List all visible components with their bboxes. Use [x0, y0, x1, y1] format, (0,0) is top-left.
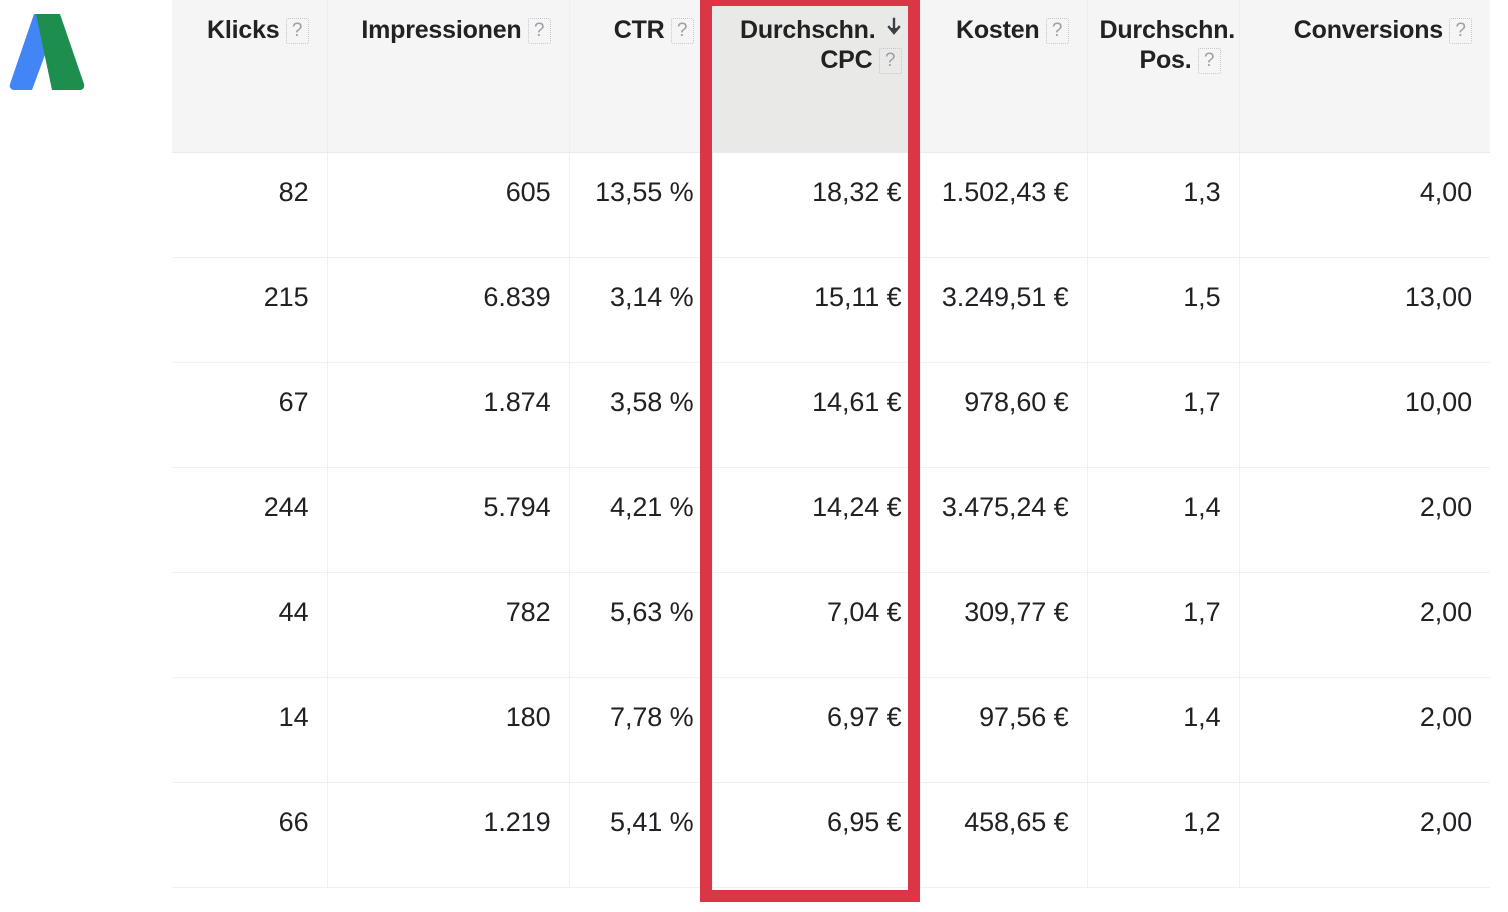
cell-conversions: 2,00: [1239, 467, 1490, 573]
cell-klicks: 244: [172, 467, 328, 573]
cell-impressionen: 180: [327, 677, 570, 783]
cell-ctr: 3,14 %: [569, 257, 713, 363]
column-header-label: Conversions: [1293, 16, 1443, 44]
column-header-durchschn-cpc[interactable]: Durchschn. CPC?: [712, 0, 921, 153]
column-header-label-line1: Durchschn.: [1099, 16, 1236, 44]
cell-impressionen: 1.874: [327, 362, 570, 468]
cell-kosten: 3.475,24 €: [920, 467, 1088, 573]
cell-kosten: 978,60 €: [920, 362, 1088, 468]
column-header-kosten[interactable]: Kosten?: [920, 0, 1088, 153]
help-icon[interactable]: ?: [878, 47, 902, 74]
cell-ctr: 5,63 %: [569, 572, 713, 678]
column-header-label-line2: CPC: [820, 45, 873, 74]
cell-durchschn-pos: 1,7: [1087, 362, 1240, 468]
metrics-table: Klicks? Impressionen? CTR? Durchschn. CP…: [172, 0, 1490, 888]
cell-durchschn-cpc: 15,11 €: [712, 257, 921, 363]
table-row: 14 180 7,78 % 6,97 € 97,56 € 1,4 2,00: [172, 677, 1490, 783]
column-header-impressionen[interactable]: Impressionen?: [327, 0, 570, 153]
help-icon[interactable]: ?: [1449, 18, 1472, 44]
column-header-label: Kosten: [955, 16, 1040, 44]
cell-klicks: 66: [172, 782, 328, 888]
cell-impressionen: 5.794: [327, 467, 570, 573]
cell-durchschn-pos: 1,4: [1087, 467, 1240, 573]
table-row: 66 1.219 5,41 % 6,95 € 458,65 € 1,2 2,00: [172, 782, 1490, 888]
cell-klicks: 14: [172, 677, 328, 783]
cell-ctr: 7,78 %: [569, 677, 713, 783]
cell-durchschn-pos: 1,5: [1087, 257, 1240, 363]
cell-durchschn-cpc: 18,32 €: [712, 152, 921, 258]
cell-durchschn-cpc: 6,97 €: [712, 677, 921, 783]
cell-kosten: 458,65 €: [920, 782, 1088, 888]
cell-durchschn-pos: 1,4: [1087, 677, 1240, 783]
cell-conversions: 2,00: [1239, 782, 1490, 888]
column-header-durchschn-pos[interactable]: Durchschn. Pos.?: [1087, 0, 1240, 153]
table-row: 82 605 13,55 % 18,32 € 1.502,43 € 1,3 4,…: [172, 152, 1490, 258]
column-header-label: CTR: [613, 16, 665, 44]
screenshot-root: Klicks? Impressionen? CTR? Durchschn. CP…: [0, 0, 1508, 912]
help-icon[interactable]: ?: [527, 18, 551, 44]
cell-impressionen: 605: [327, 152, 570, 258]
cell-ctr: 5,41 %: [569, 782, 713, 888]
column-header-label-line1: Durchschn.: [739, 16, 876, 44]
cell-kosten: 3.249,51 €: [920, 257, 1088, 363]
cell-conversions: 4,00: [1239, 152, 1490, 258]
cell-conversions: 2,00: [1239, 677, 1490, 783]
column-header-ctr[interactable]: CTR?: [569, 0, 713, 153]
column-header-conversions[interactable]: Conversions?: [1239, 0, 1490, 153]
cell-klicks: 44: [172, 572, 328, 678]
cell-durchschn-cpc: 6,95 €: [712, 782, 921, 888]
cell-impressionen: 6.839: [327, 257, 570, 363]
cell-conversions: 10,00: [1239, 362, 1490, 468]
table-row: 67 1.874 3,58 % 14,61 € 978,60 € 1,7 10,…: [172, 362, 1490, 468]
cell-ctr: 13,55 %: [569, 152, 713, 258]
column-header-label-line2: Pos.: [1139, 45, 1192, 74]
help-icon[interactable]: ?: [285, 18, 309, 44]
sort-descending-arrow-icon[interactable]: [886, 17, 902, 37]
table-row: 215 6.839 3,14 % 15,11 € 3.249,51 € 1,5 …: [172, 257, 1490, 363]
column-header-klicks[interactable]: Klicks?: [172, 0, 328, 153]
cell-kosten: 1.502,43 €: [920, 152, 1088, 258]
cell-conversions: 13,00: [1239, 257, 1490, 363]
help-icon[interactable]: ?: [670, 18, 694, 44]
cell-impressionen: 1.219: [327, 782, 570, 888]
cell-durchschn-cpc: 14,61 €: [712, 362, 921, 468]
cell-ctr: 4,21 %: [569, 467, 713, 573]
table-row: 44 782 5,63 % 7,04 € 309,77 € 1,7 2,00: [172, 572, 1490, 678]
column-header-label: Impressionen: [361, 16, 522, 44]
column-header-label: Klicks: [207, 16, 280, 44]
cell-klicks: 215: [172, 257, 328, 363]
cell-klicks: 67: [172, 362, 328, 468]
table-row: 244 5.794 4,21 % 14,24 € 3.475,24 € 1,4 …: [172, 467, 1490, 573]
cell-durchschn-pos: 1,3: [1087, 152, 1240, 258]
cell-kosten: 309,77 €: [920, 572, 1088, 678]
cell-impressionen: 782: [327, 572, 570, 678]
cell-durchschn-pos: 1,2: [1087, 782, 1240, 888]
help-icon[interactable]: ?: [1045, 18, 1069, 44]
cell-kosten: 97,56 €: [920, 677, 1088, 783]
cell-klicks: 82: [172, 152, 328, 258]
table-header-row: Klicks? Impressionen? CTR? Durchschn. CP…: [172, 0, 1490, 153]
cell-conversions: 2,00: [1239, 572, 1490, 678]
cell-durchschn-cpc: 14,24 €: [712, 467, 921, 573]
cell-ctr: 3,58 %: [569, 362, 713, 468]
help-icon[interactable]: ?: [1197, 47, 1221, 74]
cell-durchschn-pos: 1,7: [1087, 572, 1240, 678]
cell-durchschn-cpc: 7,04 €: [712, 572, 921, 678]
google-adwords-logo: [8, 6, 100, 98]
